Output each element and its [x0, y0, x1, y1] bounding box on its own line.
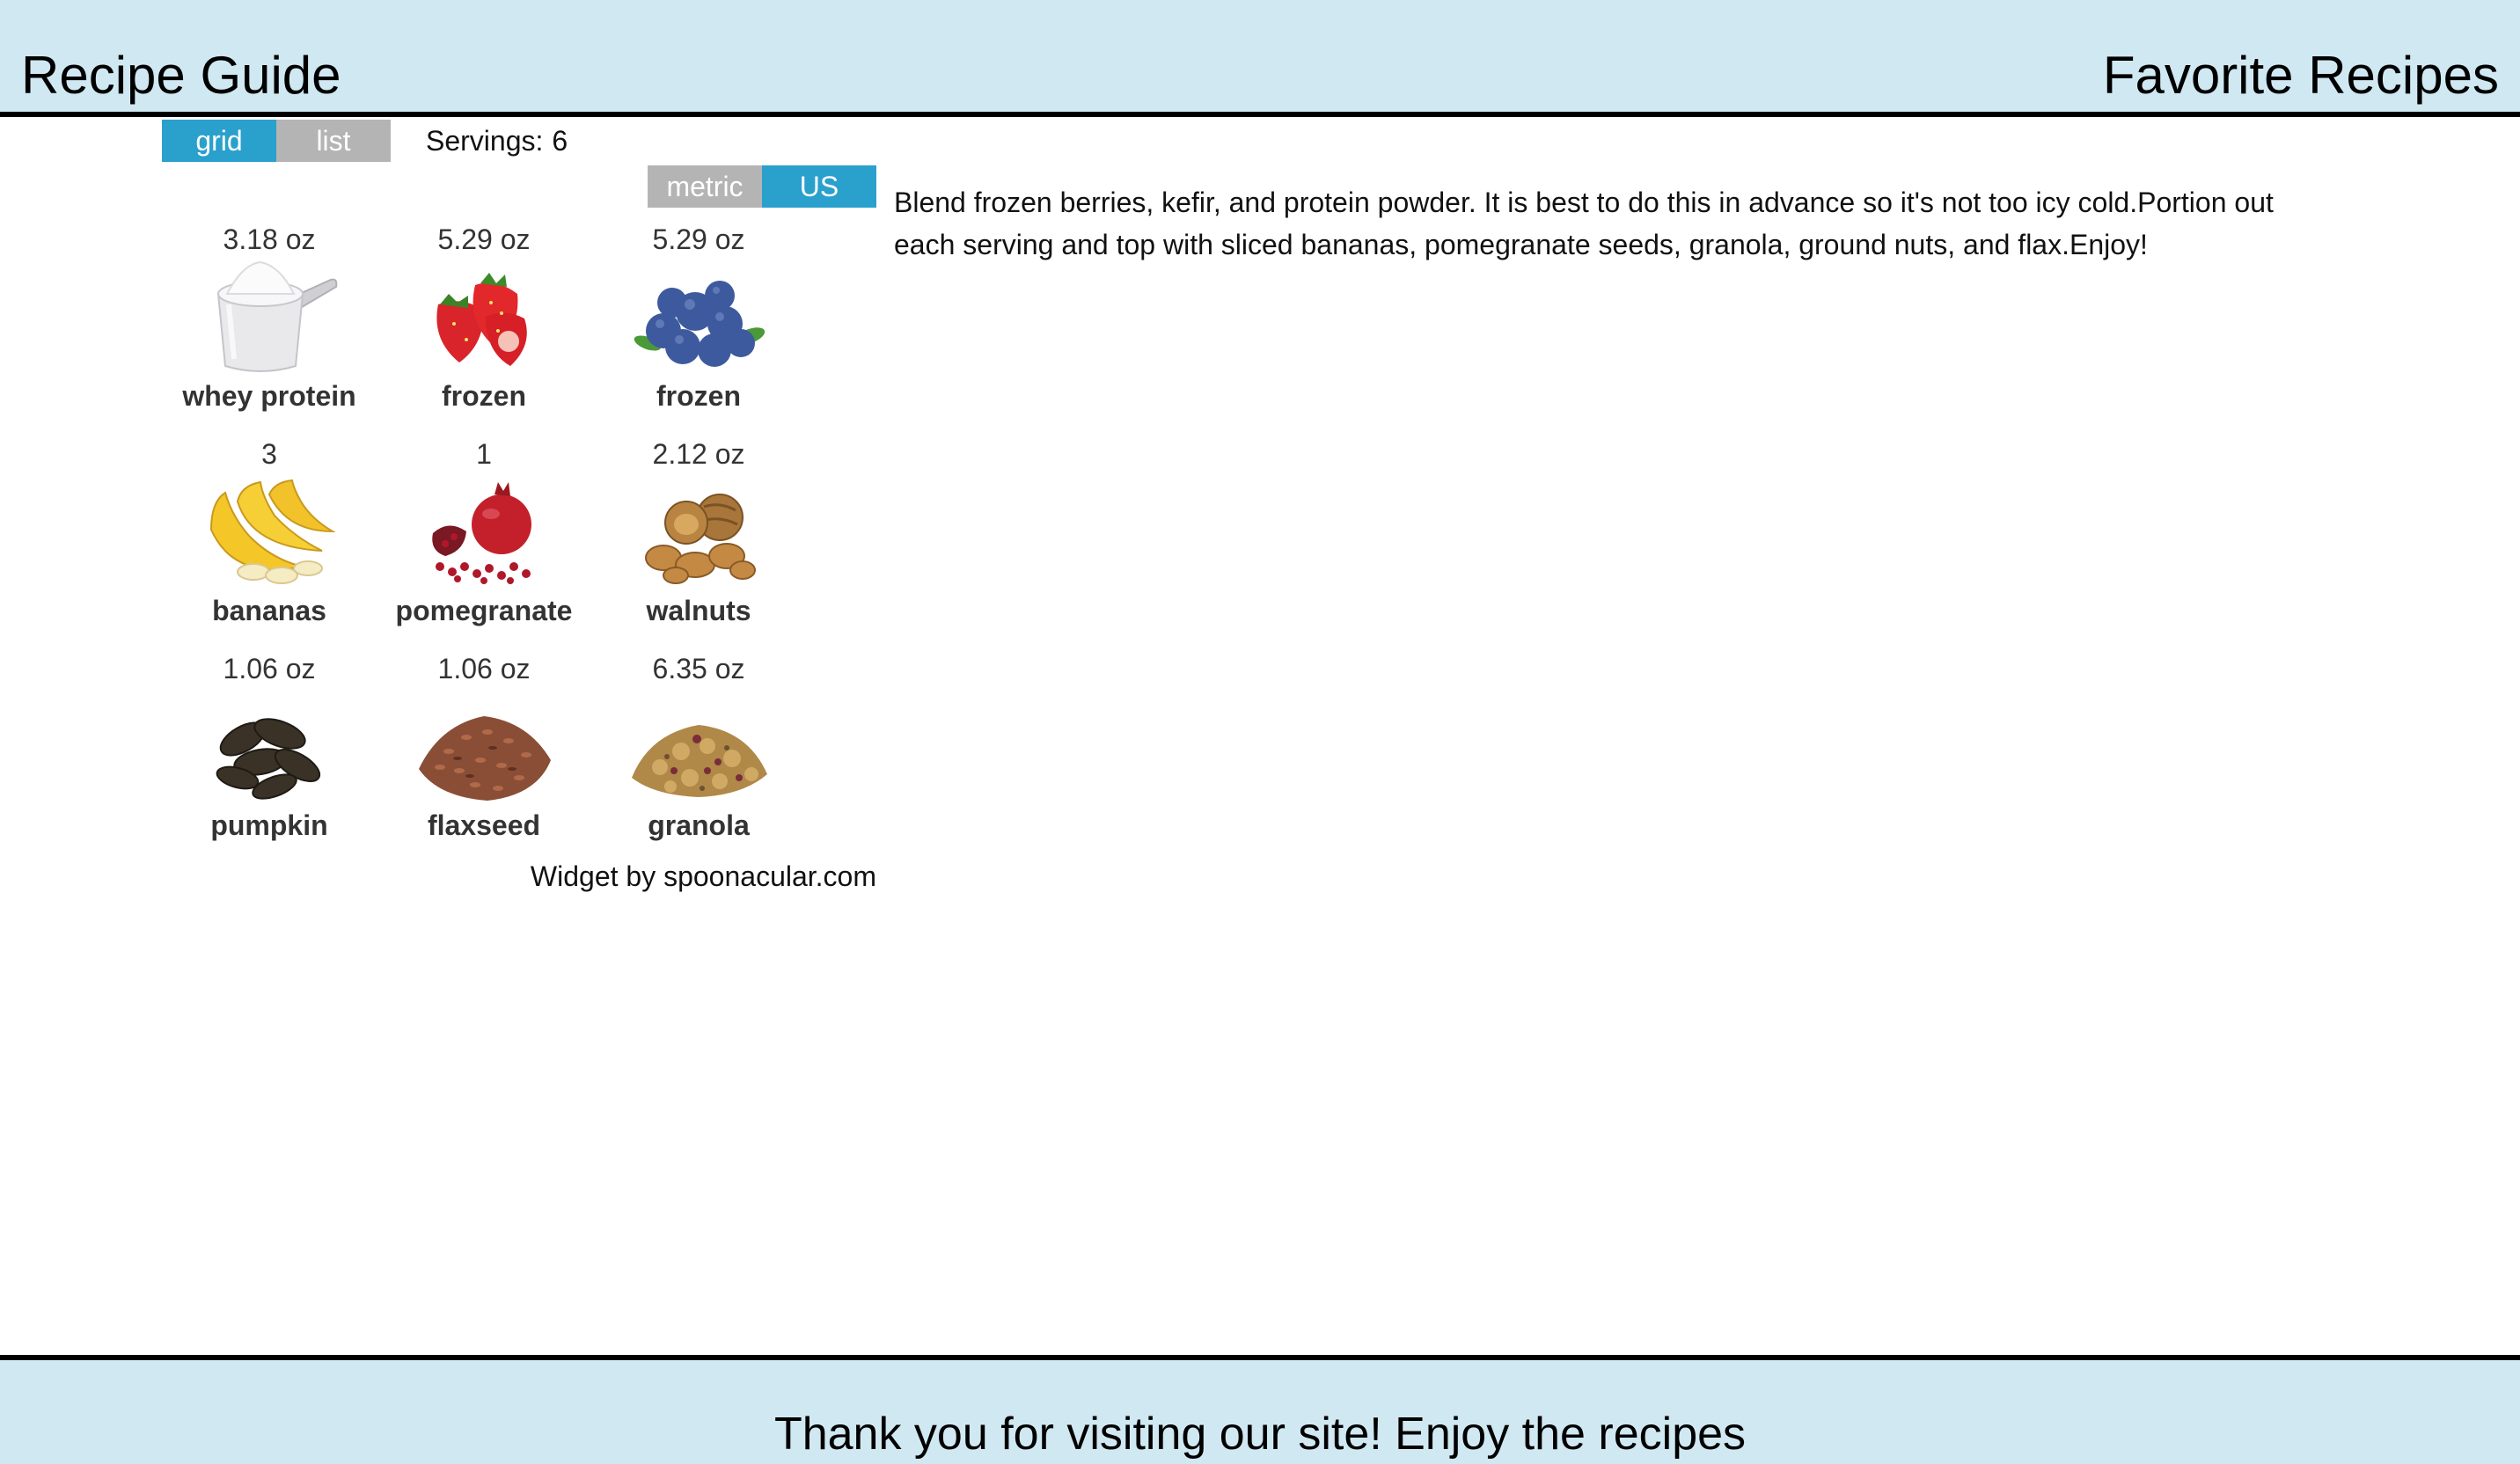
ingredient-amount: 3.18 oz — [223, 223, 316, 255]
ingredient-amount: 6.35 oz — [652, 653, 745, 684]
ingredient-amount: 1.06 oz — [223, 653, 316, 684]
ingredient-name: frozen — [442, 380, 526, 412]
ingredient-amount: 2.12 oz — [652, 438, 745, 470]
pumpkin-seeds-icon — [216, 718, 321, 800]
blueberries-icon — [634, 281, 766, 367]
pomegranate-icon — [432, 482, 531, 584]
ingredient-name: walnuts — [646, 595, 751, 626]
page-header: Recipe Guide Favorite Recipes — [0, 0, 2520, 117]
recipe-instructions: Blend frozen berries, kefir, and protein… — [894, 187, 2274, 260]
unit-toggle: metric US — [648, 165, 876, 208]
ingredient-amount: 3 — [261, 438, 277, 470]
favorite-recipes-title: Favorite Recipes — [2102, 46, 2499, 105]
footer-message: Thank you for visiting our site! Enjoy t… — [773, 1409, 1747, 1460]
page-footer: Thank you for visiting our site! Enjoy t… — [0, 1355, 2520, 1464]
ingredient-amount: 5.29 oz — [652, 223, 745, 255]
ingredient-name: pumpkin — [210, 809, 328, 841]
ingredient-item: 5.29 oz frozen — [591, 222, 806, 436]
ingredient-item: 3 bananas — [162, 436, 377, 651]
servings-label: Servings: — [426, 125, 544, 157]
ingredient-name: bananas — [212, 595, 326, 626]
servings-value[interactable]: 6 — [552, 125, 568, 157]
site-title: Recipe Guide — [21, 46, 341, 105]
bananas-icon — [209, 479, 336, 584]
ingredient-item: 1 pomegranate — [377, 436, 591, 651]
flaxseed-icon — [419, 716, 551, 801]
ingredient-amount: 1 — [476, 438, 492, 470]
ingredient-item: 6.35 oz granola — [591, 651, 806, 866]
ingredient-item: 1.06 oz flaxseed — [377, 651, 591, 866]
list-view-button[interactable]: list — [276, 120, 391, 162]
ingredient-amount: 5.29 oz — [437, 223, 531, 255]
ingredient-name: frozen — [656, 380, 741, 412]
granola-icon — [632, 725, 767, 797]
ingredient-amount: 1.06 oz — [437, 653, 531, 684]
view-toggle: grid list — [162, 120, 391, 162]
metric-button[interactable]: metric — [648, 165, 762, 208]
ingredient-item: 2.12 oz walnuts — [591, 436, 806, 651]
ingredient-item: 5.29 oz frozen — [377, 222, 591, 436]
walnuts-icon — [645, 494, 756, 584]
ingredient-item: 1.06 oz pumpkin — [162, 651, 377, 866]
ingredient-name: pomegranate — [395, 595, 573, 626]
ingredient-item: 3.18 oz whey protein — [162, 222, 377, 436]
grid-view-button[interactable]: grid — [162, 120, 276, 162]
ingredient-name: whey protein — [182, 380, 356, 412]
strawberries-icon — [436, 273, 527, 366]
servings-control[interactable]: Servings: 6 — [426, 123, 568, 158]
protein-powder-scoop-icon — [216, 260, 338, 372]
us-units-button[interactable]: US — [762, 165, 876, 208]
widget-credit[interactable]: Widget by spoonacular.com — [531, 859, 876, 894]
ingredient-name: flaxseed — [427, 809, 541, 841]
ingredient-name: granola — [648, 809, 750, 841]
recipe-widget: grid list Servings: 6 metric US 3.18 oz w… — [162, 120, 876, 894]
